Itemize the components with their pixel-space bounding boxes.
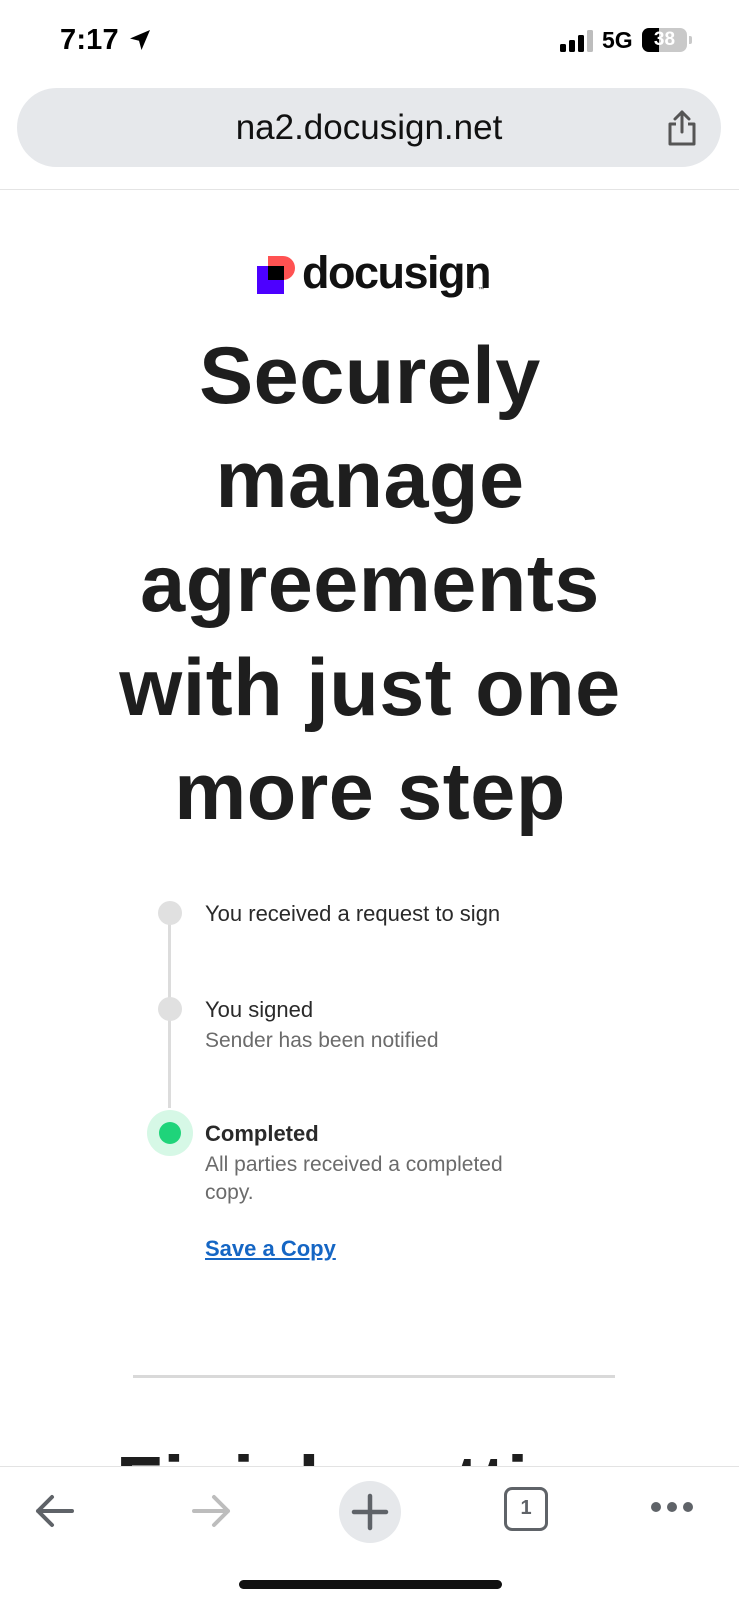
step-completed-subtitle: All parties received a completed copy. [205, 1153, 503, 1204]
timeline-dot-completed [159, 1122, 181, 1144]
new-tab-button[interactable] [339, 1481, 401, 1543]
plus-icon [351, 1493, 389, 1531]
tabs-button[interactable]: 1 [504, 1487, 548, 1531]
battery-percent: 38 [653, 29, 676, 50]
logo-trademark: ™ [478, 287, 484, 293]
next-section-heading: Finish setting [116, 1440, 624, 1468]
logo-wordmark: docusign [302, 247, 492, 298]
page-headline: Securely manage agreements with just one… [119, 331, 621, 837]
back-arrow-icon[interactable] [32, 1488, 78, 1534]
step-signed-title: You signed [205, 997, 314, 1022]
timeline-dot-signed [158, 997, 182, 1021]
battery-icon: 38 [642, 28, 692, 52]
home-indicator [239, 1580, 502, 1589]
section-divider [133, 1375, 615, 1378]
signal-bars-icon [560, 30, 593, 52]
share-icon[interactable] [665, 109, 699, 147]
top-divider [0, 189, 739, 190]
docusign-logo-mark-icon [257, 256, 295, 294]
save-a-copy-link[interactable]: Save a Copy [205, 1236, 336, 1262]
status-time: 7:17 [60, 24, 119, 56]
step-completed-title: Completed [205, 1121, 319, 1146]
docusign-logo: docusign ™ [257, 247, 492, 312]
step-received-title: You received a request to sign [205, 901, 501, 926]
url-text[interactable]: na2.docusign.net [17, 88, 721, 167]
network-type: 5G [602, 27, 633, 53]
location-arrow-icon [130, 30, 150, 50]
next-section-heading-clip: Finish setting [0, 1440, 739, 1468]
forward-arrow-icon[interactable] [188, 1488, 234, 1534]
step-signed-subtitle: Sender has been notified [205, 1029, 439, 1052]
timeline-dot-received [158, 901, 182, 925]
more-icon[interactable] [650, 1495, 694, 1519]
address-bar[interactable]: na2.docusign.net [17, 88, 721, 167]
status-bar: 7:17 5G 38 [0, 0, 739, 84]
